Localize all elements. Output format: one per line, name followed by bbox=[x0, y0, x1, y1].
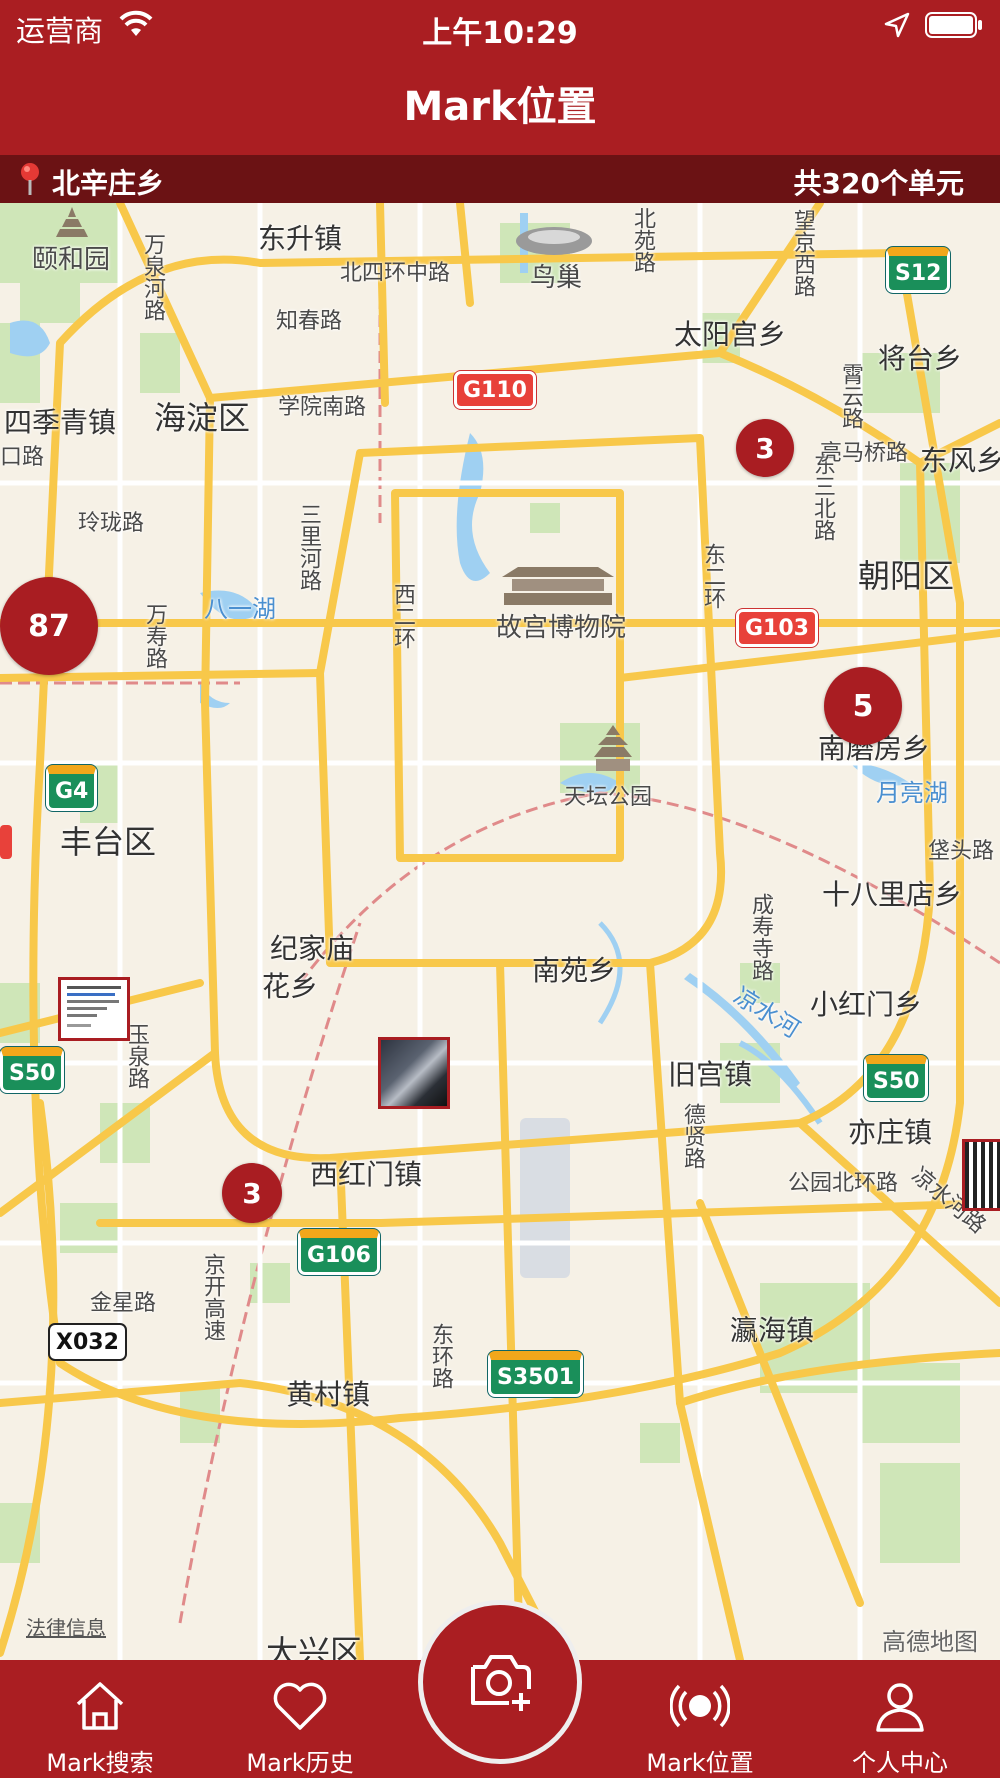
map-label-niaochao: 鸟巢 bbox=[530, 263, 583, 293]
current-location-name: 北辛庄乡 bbox=[52, 167, 165, 200]
document-thumbnail-icon bbox=[67, 986, 121, 1027]
road-shield-g103: G103 bbox=[736, 609, 818, 647]
status-bar: 运营商 上午10:29 bbox=[0, 0, 1000, 51]
location-info-bar: 北辛庄乡 共320个单元 bbox=[0, 155, 1000, 203]
camera-button[interactable] bbox=[418, 1600, 582, 1764]
map-label-shibali: 十八里店乡 bbox=[822, 878, 963, 911]
user-icon bbox=[876, 1683, 924, 1732]
forbidden-city-landmark-icon bbox=[502, 567, 614, 605]
legal-info-link[interactable]: 法律信息 bbox=[26, 1612, 106, 1641]
photo-marker-qrcode[interactable] bbox=[962, 1139, 1000, 1211]
map-label-dongsheng: 东升镇 bbox=[258, 222, 343, 255]
status-time: 上午10:29 bbox=[422, 16, 578, 51]
marker-cluster[interactable]: 5 bbox=[824, 667, 902, 745]
road-shield-s50-west: S50 bbox=[0, 1047, 65, 1093]
map-label-liangma: 亮马桥路 bbox=[820, 441, 909, 466]
tab-label: Mark位置 bbox=[646, 1749, 754, 1777]
map-label-gongyuanbei: 公园北环路 bbox=[788, 1171, 899, 1196]
map-label-xueyuannan: 学院南路 bbox=[278, 395, 367, 420]
map-label-huangcun: 黄村镇 bbox=[286, 1378, 371, 1411]
marker-cluster[interactable]: 87 bbox=[0, 577, 98, 675]
marker-cluster[interactable]: 3 bbox=[222, 1163, 282, 1223]
location-arrow-icon bbox=[884, 12, 910, 38]
map-label-chaoyang: 朝阳区 bbox=[858, 557, 955, 595]
nav-bar: Mark位置 bbox=[0, 50, 1000, 155]
map-label-dongfeng: 东风乡 bbox=[920, 444, 1000, 477]
map-label-dongtuan: 东环路 bbox=[428, 1323, 453, 1389]
map-label-yueliang: 月亮湖 bbox=[876, 779, 948, 807]
tab-mark-location[interactable]: Mark位置 bbox=[600, 1660, 800, 1778]
unit-count: 共320个单元 bbox=[793, 167, 964, 200]
photo-marker-document[interactable] bbox=[58, 977, 130, 1041]
map-pin-icon bbox=[21, 163, 39, 195]
map-label-sanlihe: 三里河路 bbox=[296, 503, 321, 591]
map-label-jinxing: 金星路 bbox=[90, 1291, 157, 1316]
map-label-fengtai: 丰台区 bbox=[60, 823, 157, 861]
map-label-sijiqing: 四季青镇 bbox=[4, 406, 117, 439]
map-label-beiyuan: 北苑路 bbox=[630, 207, 655, 273]
map-label-yizhuang: 亦庄镇 bbox=[848, 1116, 933, 1149]
map-label-xierhuan: 西二环 bbox=[390, 583, 415, 649]
map-label-laotou: 垡头路 bbox=[928, 839, 995, 864]
map-label-huaxiang: 花乡 bbox=[262, 970, 319, 1003]
tab-profile[interactable]: 个人中心 bbox=[800, 1660, 1000, 1778]
map-label-zhichun: 知春路 bbox=[276, 309, 343, 334]
yiheyuan-landmark-icon bbox=[56, 207, 88, 237]
tab-label: Mark搜索 bbox=[46, 1749, 154, 1777]
battery-icon bbox=[925, 12, 982, 38]
home-icon bbox=[76, 1682, 124, 1730]
map-label-chengshou: 成寿寺路 bbox=[748, 893, 773, 981]
birds-nest-landmark-icon bbox=[516, 227, 592, 255]
road-shield-partial bbox=[0, 825, 12, 859]
map-label-wanshou: 万寿路 bbox=[142, 603, 167, 669]
map-label-deshe: 德贤路 bbox=[680, 1103, 705, 1169]
map-label-donger: 东二环 bbox=[700, 543, 725, 609]
page-title: Mark位置 bbox=[403, 84, 597, 130]
map-label-tiantan: 天坛公园 bbox=[564, 785, 653, 810]
road-shield-s50-east: S50 bbox=[864, 1055, 929, 1101]
road-shield-s12: S12 bbox=[886, 247, 951, 293]
map-label-beisihuan: 北四环中路 bbox=[340, 261, 451, 286]
broadcast-icon bbox=[670, 1684, 730, 1728]
map-label-daxing: 大兴区 bbox=[266, 1633, 363, 1660]
map-label-haidian: 海淀区 bbox=[154, 399, 251, 437]
map-label-xiaoyun: 霄云路 bbox=[838, 363, 863, 429]
photo-marker-car[interactable] bbox=[378, 1037, 450, 1109]
map-label-xihongmen: 西红门镇 bbox=[310, 1158, 423, 1191]
map-label-nanyuan: 南苑乡 bbox=[532, 954, 617, 987]
road-shield-g4: G4 bbox=[46, 765, 98, 811]
map-label-wanquanhe: 万泉河路 bbox=[140, 233, 165, 321]
map-provider-logo: 高德地图 bbox=[882, 1628, 978, 1656]
tab-mark-search[interactable]: Mark搜索 bbox=[0, 1660, 200, 1778]
map-label-gugong: 故宫博物院 bbox=[496, 613, 627, 643]
map-label-yiheyuan: 颐和园 bbox=[32, 245, 111, 275]
road-shield-s3501: S3501 bbox=[488, 1351, 584, 1397]
tab-label: 个人中心 bbox=[852, 1749, 948, 1777]
map-label-wangjingxi: 望京西路 bbox=[790, 209, 815, 297]
map-label-taiyanggong: 太阳宫乡 bbox=[674, 318, 787, 351]
temple-of-heaven-landmark-icon bbox=[594, 725, 632, 771]
marker-cluster[interactable]: 3 bbox=[736, 419, 794, 477]
map-label-xiaohongmen: 小红门乡 bbox=[810, 988, 923, 1021]
map-label-kouroad: 口路 bbox=[0, 445, 45, 470]
map-label-jiugong: 旧宫镇 bbox=[668, 1058, 753, 1091]
camera-add-icon bbox=[471, 1655, 531, 1711]
heart-icon bbox=[273, 1682, 327, 1730]
map-view[interactable]: 颐和园 东升镇 北四环中路 鸟巢 知春路 太阳宫乡 将台乡 海淀区 学院南路 四… bbox=[0, 203, 1000, 1660]
map-label-bayi: 八一湖 bbox=[204, 595, 276, 623]
road-shield-x032: X032 bbox=[48, 1323, 127, 1361]
map-label-jijiamiao: 纪家庙 bbox=[270, 932, 355, 965]
map-label-jiangtai: 将台乡 bbox=[878, 342, 963, 375]
road-shield-g110: G110 bbox=[454, 371, 536, 409]
tab-mark-history[interactable]: Mark历史 bbox=[200, 1660, 400, 1778]
map-label-linglong: 玲珑路 bbox=[78, 511, 145, 536]
tab-label: Mark历史 bbox=[246, 1749, 354, 1777]
road-shield-g106: G106 bbox=[298, 1229, 380, 1275]
map-label-jingkai: 京开高速 bbox=[200, 1253, 225, 1341]
map-label-yinghai: 瀛海镇 bbox=[730, 1314, 815, 1347]
